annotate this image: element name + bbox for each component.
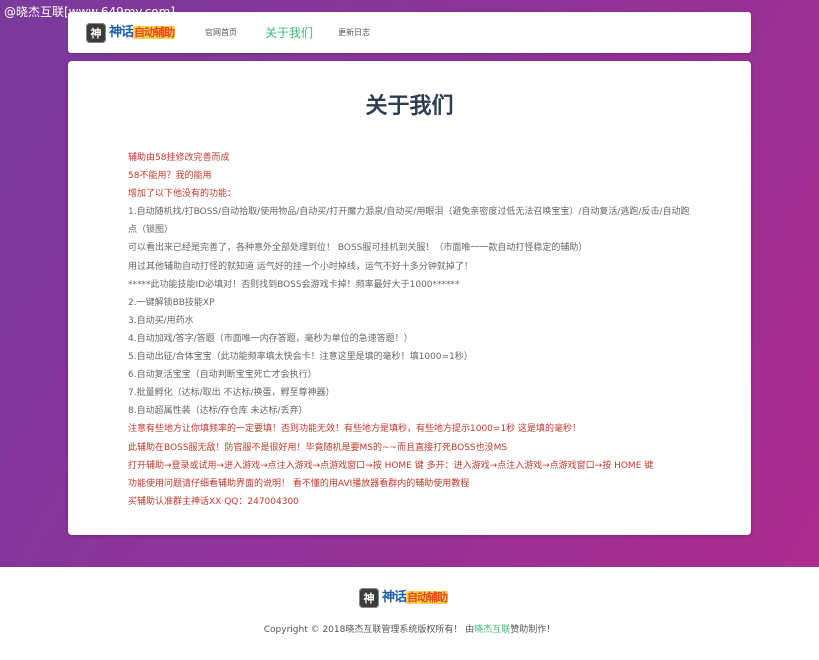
page-footer: 神 神话自动辅助 xyxy=(0,567,819,660)
nav-changelog[interactable]: 更新日志 xyxy=(338,12,370,53)
logo-text-accent: 自动辅助 xyxy=(133,26,176,39)
logo-badge-icon: 神 xyxy=(86,22,106,43)
footer-logo-text-accent: 自动辅助 xyxy=(406,591,449,604)
content-line: 58不能用？我的能用 xyxy=(128,171,212,182)
footer-logo-text: 神话自动辅助 xyxy=(382,590,449,605)
content-line: 7.批量孵化（达标/取出 不达标/换蛋，孵至尊神器） xyxy=(128,388,335,399)
content-line: *****此功能技能ID必填对！否则找到BOSS会游戏卡掉！频率最好大于1000… xyxy=(128,279,460,290)
content-line: 辅助由58挂修改完善而成 xyxy=(128,153,230,163)
content-line: 6.自动复活宝宝（自动判断宝宝死亡才会执行） xyxy=(128,370,317,381)
content-line: 用过其他辅助自动打怪的就知道 运气好的挂一个小时掉线，运气不好十多分钟就掉了！ xyxy=(128,261,473,272)
footer-logo[interactable]: 神 神话自动辅助 xyxy=(359,585,449,610)
top-navbar: 神 神话自动辅助 官网首页 关于我们 更新日志 xyxy=(68,12,751,53)
logo-text: 神话自动辅助 xyxy=(109,25,176,40)
footer-logo-text-main: 神话 xyxy=(382,590,407,605)
content-line: 4.自动加戏/答字/答题（市面唯一内存答题，毫秒为单位的急速答题！） xyxy=(128,333,413,344)
about-content: 辅助由58挂修改完善而成 58不能用？我的能用 增加了以下他没有的功能： 1.自… xyxy=(128,149,698,511)
content-line: 3.自动买/用药水 xyxy=(128,315,194,326)
content-line: 2.一键解锁BB技能XP xyxy=(128,297,215,308)
content-line: 打开辅助→登录或试用→进入游戏→点注入游戏→点游戏窗口→按 HOME 键 多开：… xyxy=(128,460,654,471)
content-line: 功能使用问题请仔细看辅助界面的说明！ 看不懂的用AVI播放器看群内的辅助使用教程 xyxy=(128,478,470,489)
logo-text-main: 神话 xyxy=(109,25,134,40)
copyright-prefix: Copyright © 2018晓杰互联管理系统版权所有！ 由 xyxy=(263,625,475,635)
content-line: 注意有些地方让你填频率的一定要填！否则功能无效！有些地方是填秒，有些地方提示10… xyxy=(128,424,582,435)
copyright-suffix: 赞助制作！ xyxy=(510,625,556,635)
content-line: 可以看出来已经是完善了，各种意外全部处理到位！ BOSS服可挂机到关服！（市面唯… xyxy=(128,243,588,254)
content-line: 1.自动随机找/打BOSS/自动拾取/使用物品/自动买/打开魔力源泉/自动买/用… xyxy=(128,207,690,236)
page-title: 关于我们 xyxy=(365,94,454,119)
nav-home[interactable]: 官网首页 xyxy=(205,12,237,53)
header-logo[interactable]: 神 神话自动辅助 xyxy=(86,20,176,45)
footer-logo-badge-icon: 神 xyxy=(359,587,379,608)
content-line: 增加了以下他没有的功能： xyxy=(128,189,237,200)
nav-about[interactable]: 关于我们 xyxy=(265,12,313,53)
copyright-link[interactable]: 晓杰互联 xyxy=(474,625,510,635)
copyright-text: Copyright © 2018晓杰互联管理系统版权所有！ 由晓杰互联赞助制作！ xyxy=(0,622,819,635)
content-line: 此辅助在BOSS服无敌！防官服不是很好用！毕竟随机是要MS的~~而且直接打死BO… xyxy=(128,442,508,453)
content-line: 5.自动出征/合体宝宝（此功能频率填太快会卡！注意这里是填的毫秒！填1000=1… xyxy=(128,352,473,363)
content-line: 买辅助认准群主神话XX QQ：247004300 xyxy=(128,496,299,507)
content-line: 8.自动超属性装（达标/存仓库 未达标/丢弃） xyxy=(128,406,308,417)
